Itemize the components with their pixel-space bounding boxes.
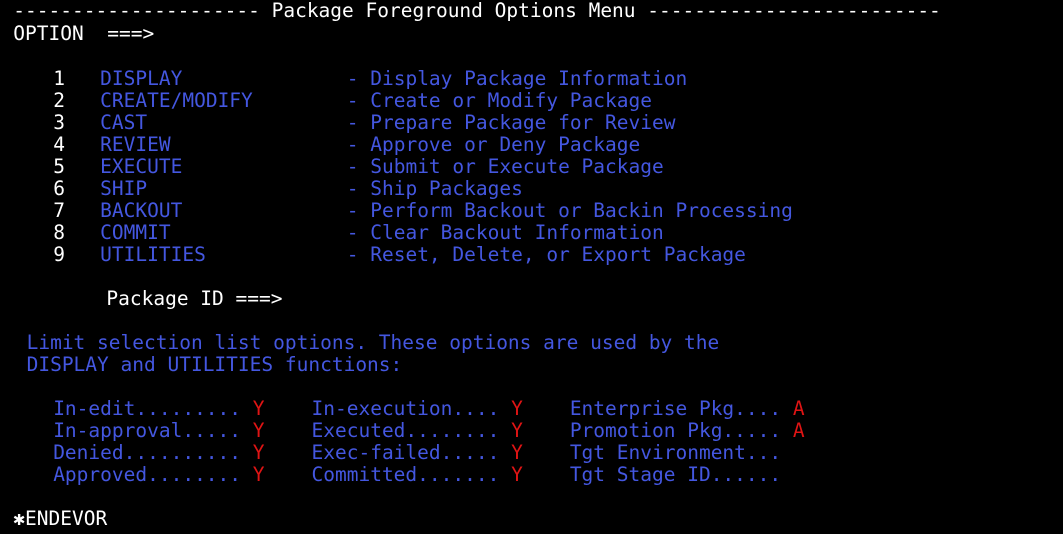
menu-item-ship[interactable]: 6 SHIP - Ship Packages [0,178,1063,200]
filter-value-denied[interactable]: Y [253,442,265,464]
terminal-screen: --------------------- Package Foreground… [0,0,1063,534]
menu-item-display[interactable]: 1 DISPLAY - Display Package Information [0,68,1063,90]
endevor-product-tag: ✱ENDEVOR [13,507,108,530]
menu-item-cast[interactable]: 3 CAST - Prepare Package for Review [0,112,1063,134]
filter-label-tgt-stage-id: Tgt Stage ID...... [569,463,782,486]
menu-description: Submit or Execute Package [370,155,664,178]
menu-number: 9 [53,243,65,266]
filter-value-committed[interactable]: Y [511,464,523,486]
filter-value-approved[interactable]: Y [253,464,265,486]
filter-row: Denied.......... Y Exec-failed..... Y Tg… [0,442,1063,464]
filter-label-denied: Denied.......... [53,441,242,464]
title-bar: --------------------- Package Foreground… [0,0,1063,22]
menu-label[interactable]: SHIP [100,178,147,200]
menu-description: Clear Backout Information [370,221,664,244]
menu-dash: - [346,243,359,266]
instructions-line-2: DISPLAY and UTILITIES functions: [0,354,1063,376]
menu-label[interactable]: BACKOUT [100,200,182,222]
filter-row: In-edit......... Y In-execution.... Y En… [0,398,1063,420]
menu-dash: - [346,155,359,178]
filter-value-enterprise-pkg[interactable]: A [793,398,805,420]
title-dash-left: --------------------- [13,0,260,22]
page-title: Package Foreground Options Menu [271,0,636,22]
menu-description: Ship Packages [370,177,523,200]
menu-number: 1 [53,67,65,90]
menu-dash: - [346,67,359,90]
menu-label[interactable]: EXECUTE [100,156,182,178]
menu-item-backout[interactable]: 7 BACKOUT - Perform Backout or Backin Pr… [0,200,1063,222]
menu-description: Prepare Package for Review [370,111,676,134]
filter-label-exec-failed: Exec-failed..... [311,441,500,464]
menu-item-execute[interactable]: 5 EXECUTE - Submit or Execute Package [0,156,1063,178]
menu-number: 4 [53,133,65,156]
filter-label-enterprise-pkg: Enterprise Pkg.... [569,397,782,420]
filter-value-promotion-pkg[interactable]: A [793,420,805,442]
menu-number: 6 [53,177,65,200]
instructions-text: DISPLAY and UTILITIES functions: [26,353,403,376]
menu-number: 8 [53,221,65,244]
package-id-label: Package ID ===> [106,287,283,310]
menu-dash: - [346,111,359,134]
filter-label-tgt-environment: Tgt Environment... [569,441,782,464]
menu-item-utilities[interactable]: 9 UTILITIES - Reset, Delete, or Export P… [0,244,1063,266]
menu-description: Create or Modify Package [370,89,652,112]
menu-description: Approve or Deny Package [370,133,641,156]
menu-label[interactable]: DISPLAY [100,68,182,90]
menu-dash: - [346,89,359,112]
menu-dash: - [346,221,359,244]
option-prompt-label: OPTION [13,22,84,45]
menu-dash: - [346,177,359,200]
menu-item-create-modify[interactable]: 2 CREATE/MODIFY - Create or Modify Packa… [0,90,1063,112]
filter-label-approved: Approved........ [53,463,242,486]
filter-row: In-approval..... Y Executed........ Y Pr… [0,420,1063,442]
filter-row: Approved........ Y Committed....... Y Tg… [0,464,1063,486]
filter-label-executed: Executed........ [311,419,500,442]
instructions-text: Limit selection list options. These opti… [26,331,720,354]
product-tag-row: ✱ENDEVOR [0,508,1063,530]
option-prompt-row: OPTION ===> [0,23,1063,45]
menu-description: Perform Backout or Backin Processing [370,199,793,222]
menu-label[interactable]: UTILITIES [100,244,206,266]
filter-label-in-edit: In-edit......... [53,397,242,420]
filter-value-in-approval[interactable]: Y [253,420,265,442]
menu-label[interactable]: CAST [100,112,147,134]
filter-label-promotion-pkg: Promotion Pkg..... [569,419,782,442]
filter-label-in-execution: In-execution.... [311,397,500,420]
filter-value-executed[interactable]: Y [511,420,523,442]
menu-label[interactable]: CREATE/MODIFY [100,90,253,112]
menu-item-review[interactable]: 4 REVIEW - Approve or Deny Package [0,134,1063,156]
menu-number: 5 [53,155,65,178]
menu-dash: - [346,133,359,156]
menu-number: 3 [53,111,65,134]
menu-item-commit[interactable]: 8 COMMIT - Clear Backout Information [0,222,1063,244]
instructions-line-1: Limit selection list options. These opti… [0,332,1063,354]
menu-description: Display Package Information [370,67,688,90]
package-id-row: Package ID ===> [0,288,1063,310]
menu-number: 7 [53,199,65,222]
menu-number: 2 [53,89,65,112]
filter-label-in-approval: In-approval..... [53,419,242,442]
filter-label-committed: Committed....... [311,463,500,486]
filter-value-in-edit[interactable]: Y [253,398,265,420]
menu-label[interactable]: REVIEW [100,134,170,156]
filter-value-in-execution[interactable]: Y [511,398,523,420]
menu-description: Reset, Delete, or Export Package [370,243,746,266]
menu-dash: - [346,199,359,222]
option-prompt-arrow: ===> [107,22,155,45]
title-dash-right: ------------------------- [647,0,941,22]
menu-label[interactable]: COMMIT [100,222,170,244]
filter-value-exec-failed[interactable]: Y [511,442,523,464]
